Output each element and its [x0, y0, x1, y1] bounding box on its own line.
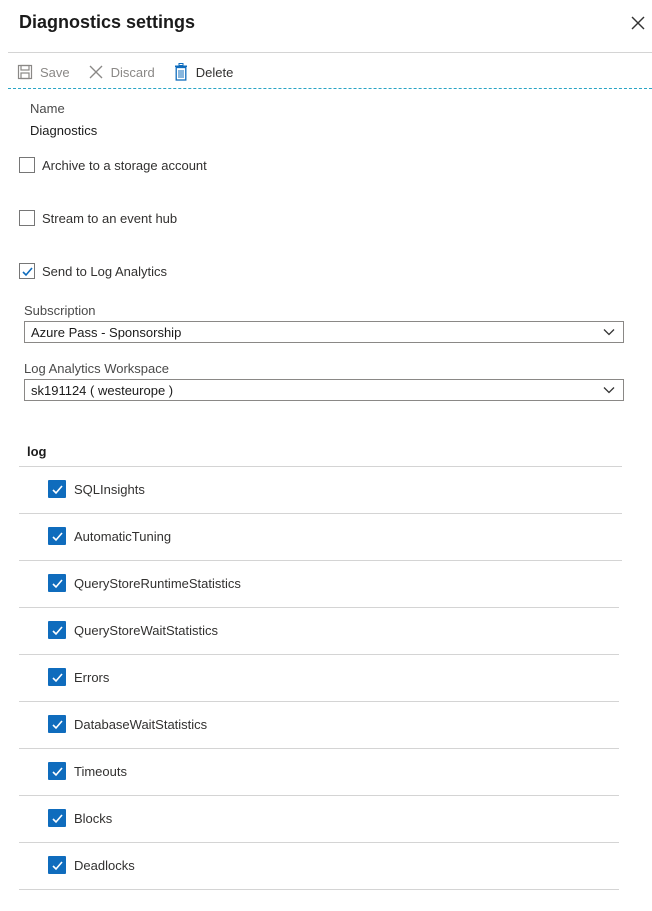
checkmark-icon — [51, 531, 63, 541]
discard-label: Discard — [110, 64, 155, 80]
toolbar-divider — [8, 88, 652, 89]
stream-checkbox-row[interactable]: Stream to an event hub — [19, 210, 177, 226]
subscription-label: Subscription — [24, 303, 96, 318]
log-item-label: DatabaseWaitStatistics — [74, 716, 208, 732]
log-item-divider — [19, 795, 619, 796]
close-button[interactable] — [628, 13, 648, 33]
log-item-label: Deadlocks — [74, 857, 135, 873]
log-item-label: Timeouts — [74, 763, 127, 779]
checkmark-icon — [51, 719, 63, 729]
log-section-title: log — [27, 444, 47, 459]
log-divider — [19, 466, 622, 467]
archive-checkbox[interactable] — [19, 157, 35, 173]
log-analytics-label: Send to Log Analytics — [42, 263, 168, 279]
command-bar: Save Discard Delete — [17, 60, 251, 84]
checkmark-icon — [51, 578, 63, 588]
name-value: Diagnostics — [30, 123, 98, 138]
log-item-checkbox[interactable] — [48, 762, 66, 780]
log-item[interactable]: AutomaticTuning — [48, 527, 171, 545]
workspace-label: Log Analytics Workspace — [24, 361, 169, 376]
checkmark-icon — [51, 484, 63, 494]
log-item-checkbox[interactable] — [48, 715, 66, 733]
delete-label: Delete — [195, 64, 234, 80]
log-item-checkbox[interactable] — [48, 574, 66, 592]
archive-label: Archive to a storage account — [42, 157, 207, 173]
log-item-checkbox[interactable] — [48, 856, 66, 874]
checkmark-icon — [51, 766, 63, 776]
log-item[interactable]: SQLInsights — [48, 480, 145, 498]
trash-icon — [174, 63, 187, 81]
stream-checkbox[interactable] — [19, 210, 35, 226]
checkmark-icon — [51, 625, 63, 635]
log-item[interactable]: DatabaseWaitStatistics — [48, 715, 207, 733]
save-button[interactable]: Save — [17, 64, 70, 80]
checkmark-icon — [51, 672, 63, 682]
log-item[interactable]: Errors — [48, 668, 109, 686]
log-item[interactable]: QueryStoreWaitStatistics — [48, 621, 218, 639]
workspace-dropdown[interactable]: sk191124 ( westeurope ) — [24, 379, 624, 401]
checkmark-icon — [51, 813, 63, 823]
log-item-divider — [19, 654, 619, 655]
panel-title: Diagnostics settings — [19, 12, 196, 32]
log-item[interactable]: Deadlocks — [48, 856, 135, 874]
log-analytics-checkbox-row[interactable]: Send to Log Analytics — [19, 263, 167, 279]
subscription-dropdown[interactable]: Azure Pass - Sponsorship — [24, 321, 624, 343]
chevron-down-icon — [603, 329, 615, 336]
header-divider — [8, 52, 652, 53]
save-label: Save — [40, 64, 70, 80]
log-item-label: AutomaticTuning — [74, 528, 172, 544]
log-item-label: QueryStoreRuntimeStatistics — [74, 575, 241, 591]
log-item-divider — [19, 513, 622, 514]
log-item-checkbox[interactable] — [48, 621, 66, 639]
log-item-checkbox[interactable] — [48, 527, 66, 545]
log-item-label: SQLInsights — [74, 481, 145, 497]
log-item-checkbox[interactable] — [48, 668, 66, 686]
log-item-divider — [19, 560, 622, 561]
name-label: Name — [30, 101, 65, 116]
log-item-divider — [19, 607, 619, 608]
delete-button[interactable]: Delete — [173, 63, 234, 81]
stream-label: Stream to an event hub — [42, 210, 178, 226]
log-item[interactable]: Blocks — [48, 809, 112, 827]
checkmark-icon — [51, 860, 63, 870]
checkmark-icon — [21, 266, 33, 276]
save-icon — [17, 64, 33, 80]
archive-checkbox-row[interactable]: Archive to a storage account — [19, 157, 207, 173]
log-item-divider — [19, 842, 619, 843]
workspace-value: sk191124 ( westeurope ) — [31, 382, 174, 398]
log-item-divider — [19, 889, 619, 890]
log-item-checkbox[interactable] — [48, 480, 66, 498]
chevron-down-icon — [603, 387, 615, 394]
log-item[interactable]: Timeouts — [48, 762, 127, 780]
log-item-label: Errors — [74, 669, 110, 685]
discard-icon — [89, 65, 103, 79]
discard-button[interactable]: Discard — [88, 64, 155, 80]
subscription-value: Azure Pass - Sponsorship — [31, 324, 182, 340]
log-item-divider — [19, 701, 619, 702]
log-item-label: Blocks — [74, 810, 113, 826]
close-icon — [631, 16, 645, 30]
log-item-checkbox[interactable] — [48, 809, 66, 827]
log-item[interactable]: QueryStoreRuntimeStatistics — [48, 574, 241, 592]
log-item-label: QueryStoreWaitStatistics — [74, 622, 219, 638]
log-item-divider — [19, 748, 619, 749]
log-analytics-checkbox[interactable] — [19, 263, 35, 279]
